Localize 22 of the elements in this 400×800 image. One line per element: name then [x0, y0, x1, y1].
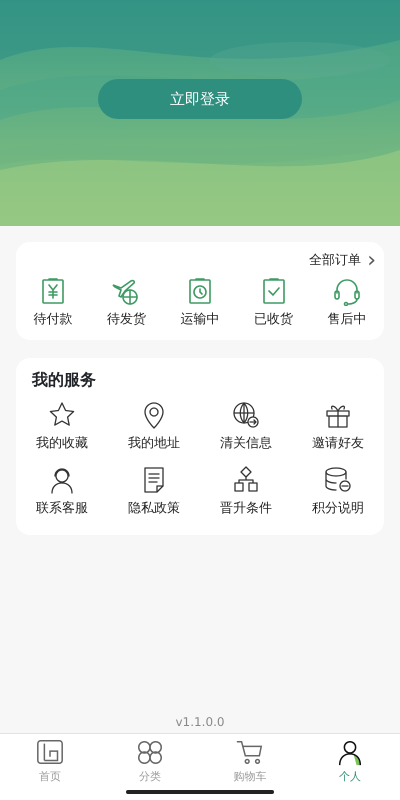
order-status-button[interactable]: 已收货	[236, 276, 310, 330]
service-button[interactable]: 邀请好友	[292, 400, 384, 453]
section-title: 我的服务	[30, 368, 96, 390]
home-icon	[35, 737, 65, 767]
all-orders-link[interactable]: 全部订单	[309, 251, 362, 271]
order-status-button[interactable]: 待发货	[90, 276, 164, 330]
service-button[interactable]: 我的地址	[108, 400, 200, 453]
service-button[interactable]: 积分说明	[292, 465, 384, 518]
service-button[interactable]: 清关信息	[200, 400, 292, 453]
login-button[interactable]: 立即登录	[98, 79, 302, 119]
order-status-button[interactable]: 待付款	[16, 276, 90, 330]
service-button[interactable]: 晋升条件	[200, 465, 292, 518]
service-button[interactable]: 联系客服	[16, 465, 108, 518]
globe-arrow-icon	[231, 400, 261, 430]
version-text: v1.1.0.0	[175, 715, 225, 729]
headset-icon	[332, 276, 362, 306]
service-button[interactable]: 隐私政策	[108, 465, 200, 518]
chevron-icon[interactable]: ›	[367, 250, 376, 272]
order-status-button[interactable]: 运输中	[163, 276, 237, 330]
tab[interactable]: 个人	[300, 734, 400, 786]
order-status-button[interactable]: 售后中	[310, 276, 384, 330]
service-button[interactable]: 我的收藏	[16, 400, 108, 453]
